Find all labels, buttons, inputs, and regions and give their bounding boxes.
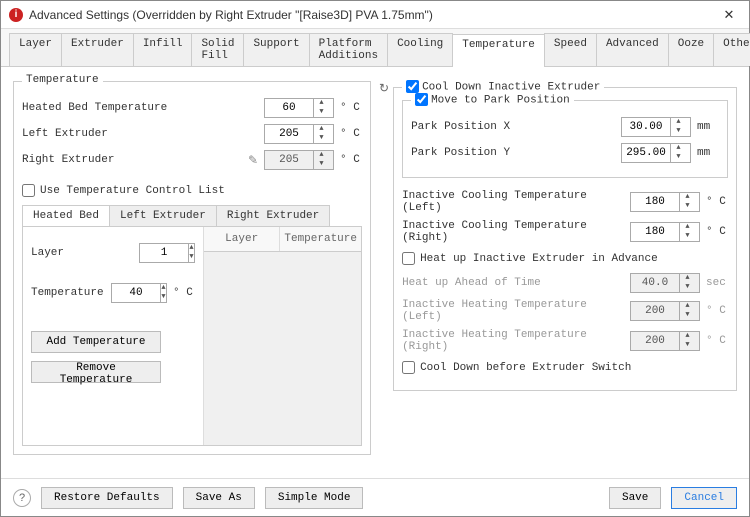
tab-platform-additions[interactable]: Platform Additions [309, 33, 388, 66]
close-button[interactable]: ✕ [717, 7, 741, 23]
cool-left-label: Inactive Cooling Temperature (Left) [402, 190, 630, 214]
subtab-left-extruder[interactable]: Left Extruder [109, 205, 217, 226]
temperature-group: Temperature Heated Bed Temperature ▲▼ ° … [13, 81, 371, 455]
refresh-icon[interactable]: ↻ [379, 81, 389, 95]
tab-extruder[interactable]: Extruder [61, 33, 134, 66]
heat-right-spinner: ▲▼ [630, 331, 700, 351]
heatup-ahead-spinner: ▲▼ [630, 273, 700, 293]
subtab-body: Layer ▲▼ Temperature ▲▼ ° C Add Temperat… [22, 226, 362, 446]
heat-right-label: Inactive Heating Temperature (Right) [402, 329, 630, 353]
restore-defaults-button[interactable]: Restore Defaults [41, 487, 173, 509]
tab-support[interactable]: Support [243, 33, 309, 66]
tab-ooze[interactable]: Ooze [668, 33, 714, 66]
heatup-ahead-label: Heat up Ahead of Time [402, 277, 630, 289]
cooldown-legend: Cool Down Inactive Extruder [402, 80, 604, 93]
right-extruder-label: Right Extruder [22, 154, 248, 166]
remove-temperature-button[interactable]: Remove Temperature [31, 361, 161, 383]
heat-left-label: Inactive Heating Temperature (Left) [402, 299, 630, 323]
cool-right-spinner[interactable]: ▲▼ [630, 222, 700, 242]
subtab-heated-bed[interactable]: Heated Bed [22, 205, 110, 226]
titlebar: i Advanced Settings (Overridden by Right… [1, 1, 749, 29]
footer: ? Restore Defaults Save As Simple Mode S… [1, 478, 749, 516]
tab-temperature[interactable]: Temperature [452, 34, 545, 67]
content-area: Temperature Heated Bed Temperature ▲▼ ° … [1, 67, 749, 478]
tab-infill[interactable]: Infill [133, 33, 193, 66]
heated-bed-spinner[interactable]: ▲▼ [264, 98, 334, 118]
temp-spinner[interactable]: ▲▼ [111, 283, 167, 303]
main-tabs: LayerExtruderInfillSolid FillSupportPlat… [1, 29, 749, 67]
park-y-spinner[interactable]: ▲▼ [621, 143, 691, 163]
save-button[interactable]: Save [609, 487, 661, 509]
subtabs: Heated Bed Left Extruder Right Extruder [22, 205, 362, 226]
add-temperature-button[interactable]: Add Temperature [31, 331, 161, 353]
temperature-legend: Temperature [22, 74, 103, 86]
layer-spinner[interactable]: ▲▼ [139, 243, 195, 263]
cool-before-checkbox[interactable] [402, 361, 415, 374]
cool-before-label: Cool Down before Extruder Switch [420, 362, 631, 374]
cool-right-label: Inactive Cooling Temperature (Right) [402, 220, 630, 244]
park-x-spinner[interactable]: ▲▼ [621, 117, 691, 137]
right-extruder-spinner: ▲▼ [264, 150, 334, 170]
use-temp-list-checkbox[interactable] [22, 184, 35, 197]
unit-c: ° C [340, 102, 362, 114]
tab-advanced[interactable]: Advanced [596, 33, 669, 66]
heatup-advance-label: Heat up Inactive Extruder in Advance [420, 253, 658, 265]
left-extruder-label: Left Extruder [22, 128, 264, 140]
col-layer: Layer [204, 227, 280, 251]
col-temperature: Temperature [280, 227, 361, 251]
tab-cooling[interactable]: Cooling [387, 33, 453, 66]
left-extruder-spinner[interactable]: ▲▼ [264, 124, 334, 144]
pencil-icon[interactable]: ✎ [248, 153, 258, 168]
heatup-advance-checkbox[interactable] [402, 252, 415, 265]
park-group: Move to Park Position Park Position X ▲▼… [402, 100, 728, 178]
park-x-label: Park Position X [411, 121, 621, 133]
save-as-button[interactable]: Save As [183, 487, 255, 509]
cool-left-spinner[interactable]: ▲▼ [630, 192, 700, 212]
help-button[interactable]: ? [13, 489, 31, 507]
heated-bed-label: Heated Bed Temperature [22, 102, 264, 114]
tab-layer[interactable]: Layer [9, 33, 62, 66]
cooldown-checkbox[interactable] [406, 80, 419, 93]
heat-left-spinner: ▲▼ [630, 301, 700, 321]
use-temp-list-label: Use Temperature Control List [40, 185, 225, 197]
tab-speed[interactable]: Speed [544, 33, 597, 66]
park-y-label: Park Position Y [411, 147, 621, 159]
app-icon: i [9, 8, 23, 22]
left-column: Temperature Heated Bed Temperature ▲▼ ° … [13, 75, 371, 470]
layer-label: Layer [31, 247, 139, 259]
temp-table-body [204, 252, 361, 445]
temp-label: Temperature [31, 287, 111, 299]
simple-mode-button[interactable]: Simple Mode [265, 487, 364, 509]
subtab-right-extruder[interactable]: Right Extruder [216, 205, 330, 226]
tab-other[interactable]: Other [713, 33, 750, 66]
move-park-checkbox[interactable] [415, 93, 428, 106]
window-title: Advanced Settings (Overridden by Right E… [29, 8, 717, 22]
right-column: ↻ Cool Down Inactive Extruder Move to Pa… [379, 75, 737, 470]
cooldown-group: Cool Down Inactive Extruder Move to Park… [393, 87, 737, 391]
cancel-button[interactable]: Cancel [671, 487, 737, 509]
park-legend: Move to Park Position [411, 93, 574, 106]
tab-solid-fill[interactable]: Solid Fill [191, 33, 244, 66]
